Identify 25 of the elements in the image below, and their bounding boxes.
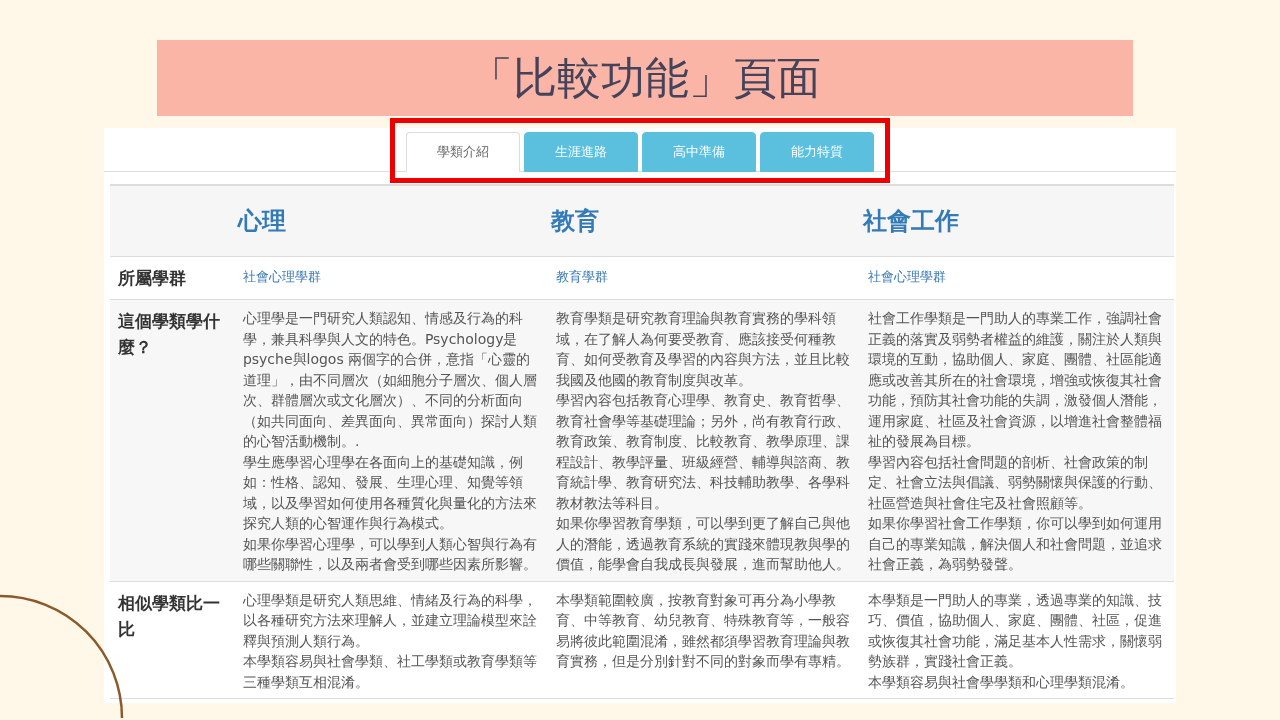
cell-paragraph: 本學類是一門助人的專業，透過專業的知識、技巧、價值，協助個人、家庭、團體、社區，促進或恢復其社會功能，滿足基本人性需求，關懷弱勢族群，實踐社會正義。 [867, 590, 1163, 671]
cell-paragraph: 如果你學習教育學類，可以學到更了解自己與他人的潛能，透過教育系統的實踐來體現教與學的價值，能學會自我成長與發展，進而幫助他人。 [555, 514, 851, 574]
cell-paragraph: 本學類容易與社會學學類和心理學類混淆。 [867, 672, 1135, 692]
cell-paragraph: 心理學類是研究人類思維、情緒及行為的科學，以各種研究方法來理解人，並建立理論模型來詮釋與預測人類行為。 [242, 590, 538, 651]
column-heading: 社會工作 [862, 207, 959, 235]
cell-paragraph: 心理學是一門研究人類認知、情感及行為的科學，兼具科學與人文的特色。Psychology是psyche與logos 兩個字的合併，意指「心靈的道理」，由不同層次（如細胞分子層次、個人層次、群體層次或文化層次）、不同的分析面向（如共同面向、差異面向、異常面向）探討人類的心智活動機制。. [242, 309, 538, 451]
slide-title: 「比較功能」頁面 [469, 50, 821, 105]
column-heading: 教育 [550, 207, 599, 235]
cell-paragraph: 本學類範圍較廣，按教育對象可再分為小學教育、中等教育、幼兒教育、特殊教育等，一般容易將彼此範圍混淆，雖然都須學習教育理論與教育實務，但是分別針對不同的對象而學有專精。 [555, 590, 851, 671]
cell-paragraph: 本學類容易與社會學類、社工學類或教育學類等三種學類互相混淆。 [242, 652, 538, 692]
cell-paragraph: 學生應學習心理學在各面向上的基礎知識，例如：性格、認知、發展、生理心理、知覺等領域，以及學習如何使用各種質化與量化的方法來探究人類的心智運作與行為模式。 [242, 452, 538, 533]
group-link[interactable]: 社會心理學群 [867, 269, 946, 284]
group-link[interactable]: 社會心理學群 [242, 269, 321, 284]
cell-paragraph: 如果你學習心理學，可以學到人類心智與行為有哪些關聯性，以及兩者會受到哪些因素所影響。 [242, 534, 538, 574]
cell-paragraph: 學習內容包括教育心理學、教育史、教育哲學、教育社會學等基礎理論；另外，尚有教育行政、教育政策、教育制度、比較教育、教學原理、課程設計、教學評量、班級經營、輔導與諮商、教育統計學、教育研究法、科技輔助教學、各學科教材教法等科目。 [555, 391, 851, 513]
row-label: 所屬學群 [118, 268, 186, 288]
cell-paragraph: 如果你學習社會工作學類，你可以學到如何運用自己的專業知識，解決個人和社會問題，並追求社會正義，為弱勢發聲。 [867, 514, 1163, 574]
row-label: 這個學類學什麼？ [118, 311, 220, 357]
tab[interactable]: 學類介紹 [406, 132, 520, 172]
column-heading: 心理 [237, 207, 286, 235]
cell-paragraph: 教育學類是研究教育理論與教育實務的學科領域，在了解人為何要受教育、應該接受何種教育、如何受教育及學習的內容與方法，並且比較我國及他國的教育制度與改革。 [555, 309, 851, 390]
cell-paragraph: 學習內容包括社會問題的剖析、社會政策的制定、社會立法與倡議、弱勢關懷與保護的行動、社區營造與社會住宅及社會照顧等。 [867, 452, 1163, 513]
group-link[interactable]: 教育學群 [555, 269, 608, 284]
cell-paragraph: 社會工作學類是一門助人的專業工作，強調社會正義的落實及弱勢者權益的維護，關注於人類與環境的互動，協助個人、家庭、團體、社區能適應或改善其所在的社會環境，增強或恢復其社會功能，預防其社會功能的失調，激發個人潛能，運用家庭、社區及社會資源，以增進社會整體福祉的發展為目標。 [867, 309, 1163, 451]
row-label: 相似學類比一比 [118, 592, 220, 639]
